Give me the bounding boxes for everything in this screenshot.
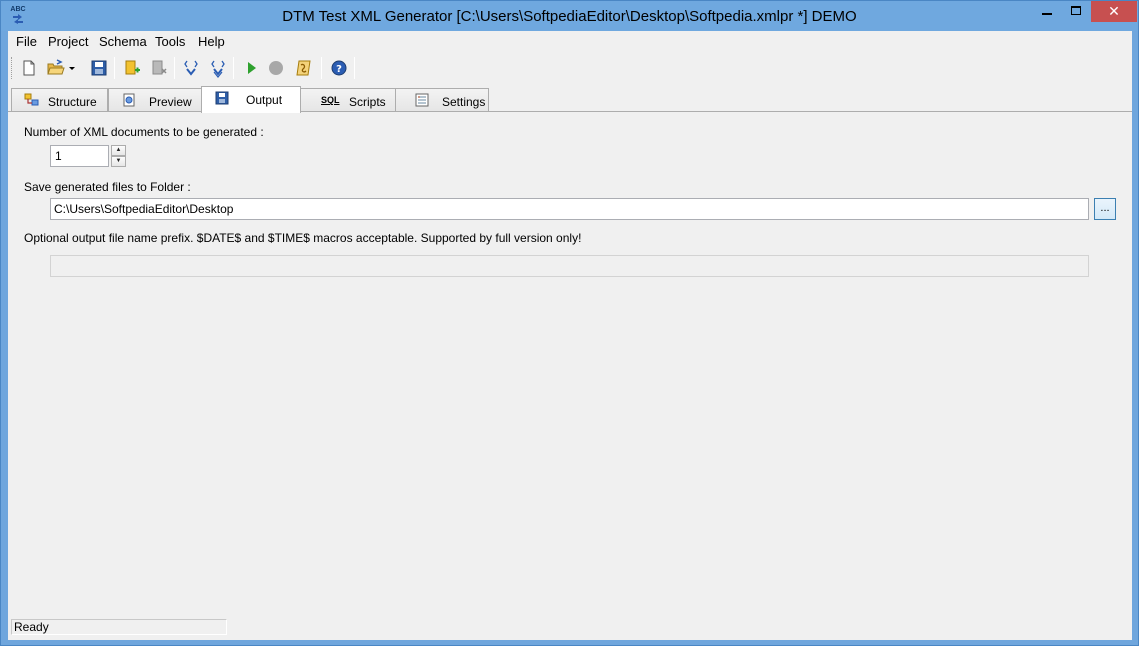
tab-settings[interactable]: Settings <box>395 88 489 112</box>
toolbar-separator <box>233 57 234 79</box>
tab-label: Structure <box>48 95 97 109</box>
move-down-button[interactable] <box>180 57 202 79</box>
spin-up-button[interactable]: ▲ <box>111 145 126 156</box>
tab-strip: Structure Preview Output SQL Scripts Set… <box>8 86 1132 113</box>
help-icon: ? <box>331 60 347 76</box>
client-area: File Project Schema Tools Help ? Structu… <box>8 31 1132 640</box>
chevron-down-icon <box>69 67 75 70</box>
move-down-icon <box>184 60 198 76</box>
prefix-label: Optional output file name prefix. $DATE$… <box>24 231 582 245</box>
menu-tools[interactable]: Tools <box>155 34 185 49</box>
help-button[interactable]: ? <box>328 57 350 79</box>
svg-text:?: ? <box>336 64 342 75</box>
script-button[interactable] <box>293 57 315 79</box>
toolbar-separator <box>174 57 175 79</box>
toolbar-separator <box>354 57 355 79</box>
toolbar-separator <box>114 57 115 79</box>
new-document-button[interactable] <box>18 57 40 79</box>
settings-icon <box>415 93 429 107</box>
toolbar: ? <box>8 53 1132 83</box>
open-button[interactable] <box>45 57 67 79</box>
tab-output[interactable]: Output <box>201 86 301 113</box>
tab-label: Preview <box>149 95 192 109</box>
save-button[interactable] <box>88 57 110 79</box>
title-bar[interactable]: ABC DTM Test XML Generator [C:\Users\Sof… <box>1 1 1138 31</box>
window-title: DTM Test XML Generator [C:\Users\Softped… <box>282 8 857 25</box>
add-item-icon <box>125 60 140 75</box>
tab-scripts[interactable]: SQL Scripts <box>300 88 396 112</box>
close-button[interactable]: ✕ <box>1091 1 1137 22</box>
stop-icon <box>269 61 283 75</box>
menu-help[interactable]: Help <box>198 34 225 49</box>
maximize-button[interactable] <box>1063 1 1089 22</box>
menu-schema[interactable]: Schema <box>99 34 147 49</box>
minimize-icon <box>1042 13 1052 15</box>
tab-label: Output <box>246 93 283 107</box>
arrow-down-icon: ▼ <box>115 158 122 164</box>
tab-label: Settings <box>442 95 486 109</box>
stop-button[interactable] <box>265 57 287 79</box>
move-down-alt-button[interactable] <box>207 57 229 79</box>
tab-divider <box>8 111 1132 112</box>
remove-item-icon <box>152 60 167 75</box>
menu-project[interactable]: Project <box>48 34 88 49</box>
arrow-up-icon: ▲ <box>115 147 122 153</box>
toolbar-grip[interactable] <box>11 57 14 79</box>
close-icon: ✕ <box>1108 3 1120 19</box>
remove-item-button[interactable] <box>148 57 170 79</box>
tab-preview[interactable]: Preview <box>108 88 202 112</box>
menu-bar: File Project Schema Tools Help <box>8 31 1132 52</box>
open-folder-icon <box>47 59 65 75</box>
maximize-icon <box>1071 6 1081 15</box>
run-button[interactable] <box>240 57 262 79</box>
play-icon <box>248 62 256 74</box>
script-icon <box>296 60 311 76</box>
structure-icon <box>24 93 39 106</box>
menu-file[interactable]: File <box>16 34 37 49</box>
preview-icon <box>123 93 135 107</box>
toolbar-separator <box>321 57 322 79</box>
status-bar: Ready <box>11 619 227 635</box>
count-label: Number of XML documents to be generated … <box>24 125 264 139</box>
output-folder-input[interactable]: C:\Users\SoftpediaEditor\Desktop <box>50 198 1089 220</box>
tab-label: Scripts <box>349 95 386 109</box>
file-prefix-input <box>50 255 1089 277</box>
browse-folder-button[interactable]: ... <box>1094 198 1116 220</box>
tab-structure[interactable]: Structure <box>11 88 108 112</box>
folder-label: Save generated files to Folder : <box>24 180 191 194</box>
save-disk-icon <box>91 60 107 76</box>
sql-icon: SQL <box>321 95 340 105</box>
add-item-button[interactable] <box>121 57 143 79</box>
save-disk-icon <box>215 91 229 105</box>
open-dropdown-button[interactable] <box>66 57 78 79</box>
spin-down-button[interactable]: ▼ <box>111 156 126 167</box>
minimize-button[interactable] <box>1032 1 1062 22</box>
document-count-input[interactable]: 1 <box>50 145 109 167</box>
new-document-icon <box>23 60 35 76</box>
move-down-alt-icon <box>211 60 225 78</box>
app-window: ABC DTM Test XML Generator [C:\Users\Sof… <box>0 0 1139 646</box>
